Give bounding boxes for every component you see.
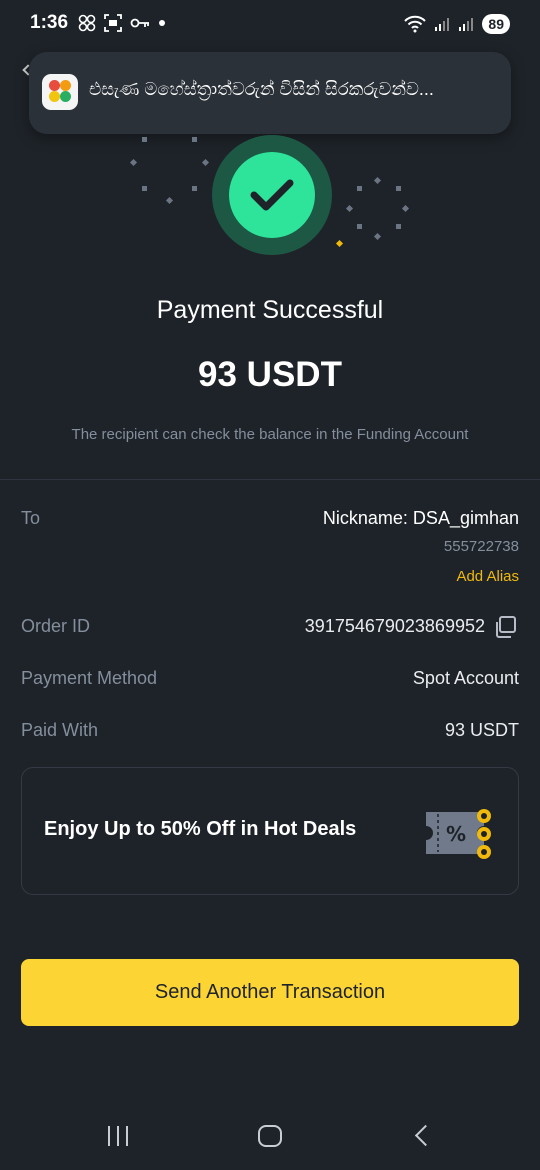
success-badge: [212, 135, 332, 255]
coupon-icon: %: [426, 809, 491, 859]
promo-text: Enjoy Up to 50% Off in Hot Deals: [44, 818, 357, 840]
payment-method-label: Payment Method: [21, 668, 158, 688]
recent-apps-button[interactable]: [108, 1126, 128, 1146]
status-time: 1:36: [30, 12, 69, 33]
status-left-icons: [78, 14, 166, 32]
checkmark-icon: [250, 179, 294, 211]
signal-icon: [459, 18, 474, 31]
payment-subtitle: The recipient can check the balance in t…: [71, 426, 469, 443]
recipient-uid: 555722738: [443, 538, 519, 555]
paid-with-value: 93 USDT: [444, 720, 519, 740]
success-circle: [229, 152, 315, 238]
svg-text:%: %: [446, 822, 466, 846]
page-title: Payment Successful: [156, 296, 384, 324]
paid-with-label: Paid With: [21, 720, 99, 740]
screenshot-icon: [104, 14, 122, 32]
wifi-icon: [404, 15, 427, 33]
recipient-nickname: Nickname: DSA_gimhan: [322, 508, 519, 528]
key-icon: [130, 18, 149, 28]
copy-icon[interactable]: [493, 615, 517, 639]
add-alias-link[interactable]: Add Alias: [456, 568, 519, 585]
payment-amount: 93 USDT: [198, 355, 342, 394]
dot-icon: [159, 20, 165, 26]
status-bar: 1:36 89: [0, 0, 540, 50]
send-another-transaction-button[interactable]: Send Another Transaction: [21, 959, 519, 1026]
payment-success-screen: 1:36: [0, 0, 540, 1170]
system-nav-bar: [0, 1100, 540, 1170]
signal-icon: [435, 18, 450, 31]
order-id-label: Order ID: [21, 616, 91, 636]
home-button[interactable]: [258, 1125, 282, 1147]
gallery-icon: [78, 14, 96, 32]
notification-text: එසැණ මහේස්ත්‍රාත්වරුන් විසින් සිරකරුවන්ව…: [89, 79, 434, 99]
payment-method-value: Spot Account: [412, 668, 519, 688]
back-button[interactable]: [414, 1124, 437, 1147]
status-right-icons: 89: [404, 14, 510, 34]
divider: [0, 479, 540, 480]
to-label: To: [21, 508, 41, 528]
app-icon: [42, 74, 78, 110]
battery-level: 89: [482, 14, 510, 34]
hot-deals-banner[interactable]: Enjoy Up to 50% Off in Hot Deals %: [21, 767, 519, 895]
order-id-value: 391754679023869952: [304, 616, 485, 636]
